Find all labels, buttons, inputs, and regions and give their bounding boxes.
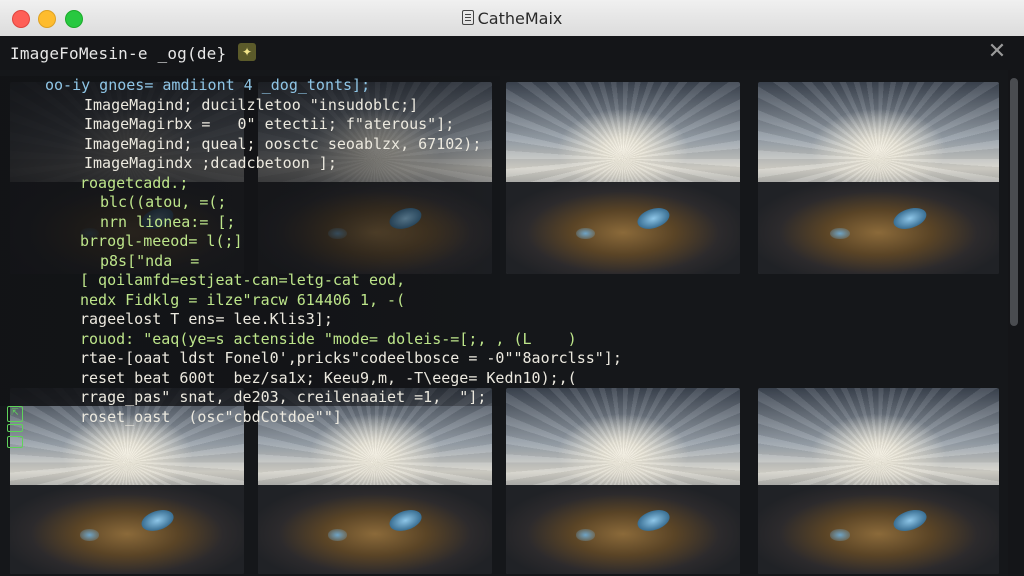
- sparkle-icon[interactable]: ✦: [238, 43, 256, 61]
- code-line: ImageMagindx ;dcadcbetoon ];: [84, 154, 337, 172]
- code-line: roagetcadd.;: [80, 173, 189, 192]
- gutter-marker-icon[interactable]: [7, 436, 23, 448]
- scrollbar-thumb[interactable]: [1010, 78, 1018, 326]
- code-line: [ qoilamfd=estjeat-can=letg-cat eod,: [80, 271, 406, 289]
- gutter-marker-icon[interactable]: [7, 424, 23, 432]
- code-line: rrage_pas" snat, de203, creilenaaiet =1,…: [80, 388, 487, 406]
- document-icon: [461, 10, 474, 25]
- app-window: CatheMaix ImageFoMesin-e _og(de} ✦ ✕ oo-…: [0, 0, 1024, 576]
- code-line: roset_oast (osc"cbdCotdoe""]: [80, 407, 342, 426]
- tab-bar: ImageFoMesin-e _og(de}: [0, 36, 1024, 70]
- thumbnail-ground: [506, 484, 740, 574]
- thumbnail-lake2: [576, 529, 595, 541]
- thumbnail-ground: [10, 484, 244, 574]
- code-line: rouod: "eaq(ye=s actenside "mode= doleis…: [80, 329, 577, 348]
- thumbnail-lake2: [830, 529, 850, 541]
- title-bar: CatheMaix: [0, 0, 1024, 37]
- code-line: brrogl-meeod= l(;]: [80, 232, 243, 250]
- code-line: blc((atou, =(;: [100, 193, 227, 211]
- thumbnail-2-3[interactable]: [506, 388, 740, 574]
- thumbnail-1-4[interactable]: [758, 82, 999, 274]
- thumbnail-ground: [506, 181, 740, 274]
- code-line: rageelost T ens= lee.Klis3];: [80, 310, 333, 328]
- thumbnail-ground: [258, 484, 492, 574]
- code-line: reset beat 600t bez/sa1x; Keeu9,m, -T\ee…: [80, 368, 577, 387]
- thumbnail-ground: [758, 484, 999, 574]
- tab-label[interactable]: ImageFoMesin-e _og(de}: [10, 44, 226, 63]
- close-icon[interactable]: ✕: [985, 40, 1009, 64]
- gutter-marker-icon[interactable]: ⇱: [7, 406, 23, 422]
- code-line: nrn lionea:= [;: [100, 212, 236, 231]
- window-title: CatheMaix: [0, 9, 1024, 28]
- code-line: oo-iy gnoes= amdiiont 4 _dog_tonts];: [45, 76, 371, 94]
- thumbnail-ground: [758, 181, 999, 274]
- window-title-text: CatheMaix: [477, 9, 563, 28]
- thumbnail-lake2: [328, 529, 347, 541]
- code-line: ImageMagirbx = 0" etectii; f"aterous"];: [84, 115, 455, 133]
- code-line: nedx Fidklg = ilze"racw 614406 1, -(: [80, 290, 406, 309]
- code-line: ImageMagind; ducilzletoo "insudoblc;]: [84, 95, 419, 114]
- thumbnail-lake2: [830, 227, 850, 240]
- code-line: p8s["ndа =: [100, 251, 200, 270]
- thumbnail-1-3[interactable]: [506, 82, 740, 274]
- code-line: rtae-[oaat ldst Fonel0',pricks"codeelbos…: [80, 349, 622, 367]
- thumbnail-2-4[interactable]: [758, 388, 999, 574]
- code-line: ImageMagind; queal; oosctc seoablzx, 671…: [84, 134, 482, 153]
- thumbnail-lake2: [80, 529, 99, 541]
